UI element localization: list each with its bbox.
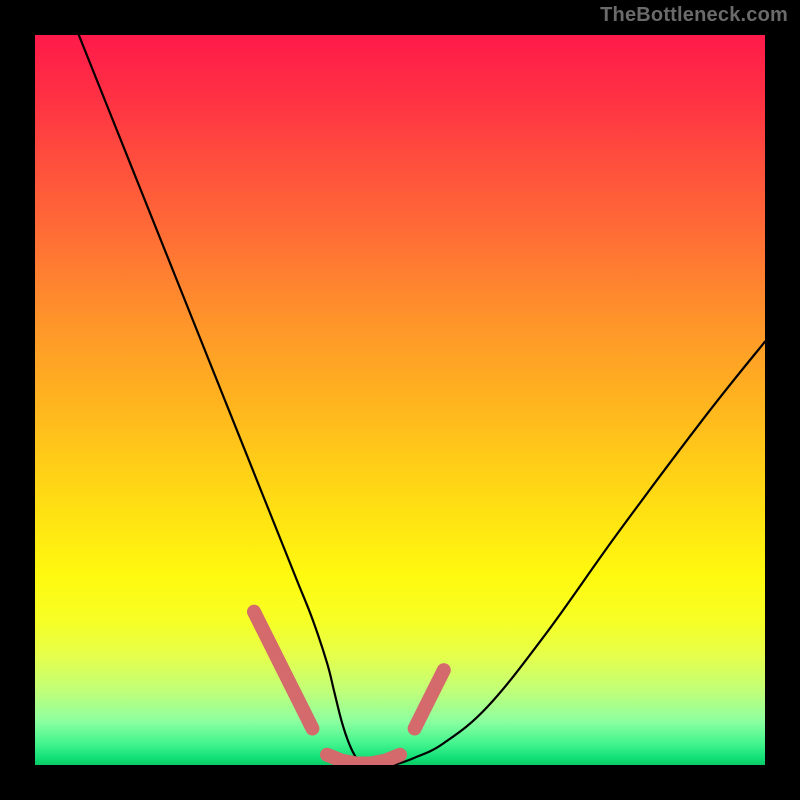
stage: TheBottleneck.com: [0, 0, 800, 800]
watermark-text: TheBottleneck.com: [600, 4, 788, 27]
accent-bottom-segment: [327, 755, 400, 764]
accent-left-segment: [254, 612, 312, 729]
bottleneck-curve: [79, 35, 765, 765]
chart-svg: [35, 35, 765, 765]
accent-right-segment: [415, 670, 444, 728]
plot-area: [35, 35, 765, 765]
